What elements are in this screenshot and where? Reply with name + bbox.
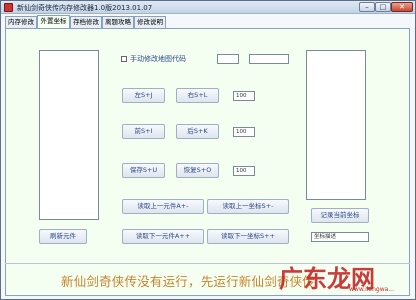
map-code-field-1[interactable] <box>217 54 239 64</box>
map-code-field-2[interactable] <box>249 54 289 64</box>
value-field-3[interactable]: 100 <box>233 166 255 176</box>
app-window: 新仙剑奇侠传内存修改器1.0版2013.01.07 – □ ✕ 内存修改 外置坐… <box>0 0 416 300</box>
tab-save-edit[interactable]: 存档修改 <box>70 16 102 28</box>
watermark-url: www.ilongwa... <box>349 286 394 293</box>
tab-memory-edit[interactable]: 内存修改 <box>5 16 37 28</box>
tab-help[interactable]: 修改说明 <box>134 16 166 28</box>
value-field-2[interactable]: 100 <box>233 127 255 137</box>
minimize-button[interactable]: – <box>359 2 375 12</box>
tab-guide[interactable]: 离题攻略 <box>102 16 134 28</box>
coord-list[interactable] <box>306 50 366 200</box>
close-button[interactable]: ✕ <box>391 2 413 12</box>
app-icon <box>4 3 13 12</box>
read-prev-coord-button[interactable]: 读取上一坐标S+- <box>207 199 289 214</box>
right-button[interactable]: 右S+L <box>176 88 219 103</box>
window-title: 新仙剑奇侠传内存修改器1.0版2013.01.07 <box>17 4 153 12</box>
back-button[interactable]: 后S+K <box>176 124 219 139</box>
tab-external-coords[interactable]: 外置坐标 <box>37 15 70 28</box>
read-prev-component-button[interactable]: 读取上一元件A+- <box>122 199 204 214</box>
coord-desc-field[interactable]: 坐标描述 <box>311 232 369 242</box>
record-current-coord-button[interactable]: 记录当前坐标 <box>311 208 369 223</box>
component-list[interactable] <box>39 50 99 220</box>
title-bar[interactable]: 新仙剑奇侠传内存修改器1.0版2013.01.07 – □ ✕ <box>1 1 415 14</box>
read-next-coord-button[interactable]: 读取下一坐标S++ <box>207 229 289 244</box>
save-button[interactable]: 保存S+U <box>122 163 165 178</box>
status-message: 新仙剑奇侠传没有运行，先运行新仙剑奇侠传 <box>61 274 316 289</box>
read-next-component-button[interactable]: 读取下一元件A++ <box>122 229 204 244</box>
refresh-components-button[interactable]: 刷新元件 <box>39 229 87 244</box>
manual-map-code-label: 手动修改地图代码 <box>130 55 186 63</box>
value-field-1[interactable]: 100 <box>233 91 255 101</box>
manual-map-code-checkbox[interactable] <box>121 56 127 62</box>
restore-button[interactable]: 恢复S+O <box>176 163 219 178</box>
left-button[interactable]: 左S+J <box>122 88 165 103</box>
maximize-button[interactable]: □ <box>375 2 391 12</box>
front-button[interactable]: 前S+I <box>122 124 165 139</box>
